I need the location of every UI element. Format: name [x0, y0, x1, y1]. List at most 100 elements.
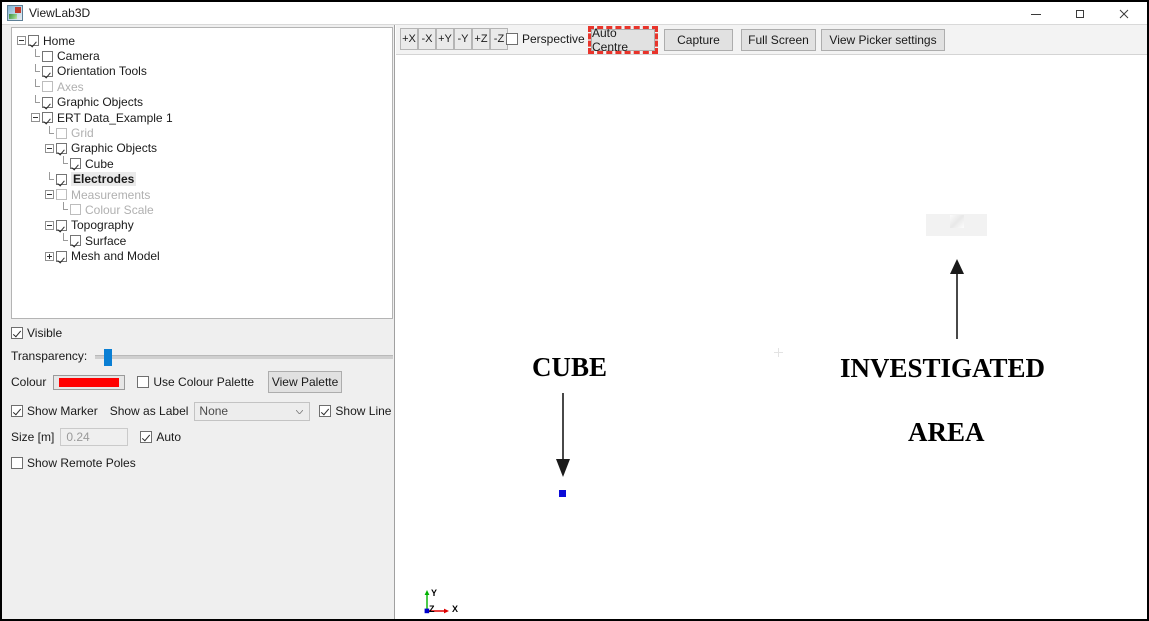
tree-item-checkbox[interactable]: [42, 96, 53, 108]
size-row: Size [m] 0.24 Auto: [11, 426, 393, 448]
tree-item-grid[interactable]: Grid: [17, 125, 392, 140]
tree-item-electrodes[interactable]: Electrodes: [17, 171, 392, 187]
annotation-investigated-arrow: [950, 259, 964, 339]
show-line-checkbox[interactable]: [319, 405, 332, 417]
tree-item-mesh-and-model[interactable]: Mesh and Model: [17, 248, 392, 263]
use-colour-palette-checkbox[interactable]: [137, 376, 150, 388]
show-marker-checkbox[interactable]: [11, 405, 23, 417]
tree-item-checkbox[interactable]: [42, 50, 53, 62]
colour-swatch[interactable]: [53, 374, 126, 390]
visible-row[interactable]: Visible: [11, 325, 393, 341]
tree-item-label: Colour Scale: [85, 202, 154, 217]
expand-icon[interactable]: [45, 251, 54, 261]
show-remote-poles-checkbox[interactable]: [11, 457, 23, 469]
tree-item-surface[interactable]: Surface: [17, 233, 392, 248]
maximize-icon: [1076, 9, 1084, 18]
collapse-icon[interactable]: [45, 143, 54, 153]
tree-item-ert-data-example-1[interactable]: ERT Data_Example 1: [17, 110, 392, 125]
minimize-button[interactable]: [1015, 2, 1057, 25]
tree-item-checkbox[interactable]: [56, 173, 67, 185]
axis-label-x: X: [452, 604, 459, 614]
show-remote-poles-row[interactable]: Show Remote Poles: [11, 454, 393, 472]
show-remote-poles-label: Show Remote Poles: [27, 456, 136, 470]
tree-item-label: Electrodes: [71, 172, 137, 187]
tree-item-checkbox[interactable]: [70, 158, 81, 170]
collapse-icon[interactable]: [45, 190, 54, 200]
show-marker-label: Show Marker: [27, 404, 98, 418]
visible-checkbox[interactable]: [11, 327, 23, 339]
axis-view-button-plusminus-x[interactable]: +X: [400, 28, 418, 50]
colour-label: Colour: [11, 375, 47, 389]
tree-item-topography[interactable]: Topography: [17, 218, 392, 233]
perspective-toggle[interactable]: Perspective: [506, 32, 585, 46]
collapse-icon[interactable]: [17, 36, 26, 46]
tree-item-camera[interactable]: Camera: [17, 48, 392, 63]
axis-label-z: Z: [429, 604, 435, 614]
tree-item-label: ERT Data_Example 1: [57, 110, 173, 125]
app-logo-icon: [7, 5, 23, 21]
annotation-investigated-line2: AREA: [908, 417, 985, 447]
axis-label-y: Y: [431, 588, 438, 598]
tree-item-checkbox[interactable]: [42, 65, 53, 77]
tree-item-checkbox[interactable]: [42, 112, 53, 124]
tree-item-label: Home: [43, 33, 76, 48]
collapse-icon[interactable]: [45, 220, 54, 230]
tree-item-home[interactable]: Home: [17, 33, 392, 48]
annotation-cube-arrow: [556, 393, 570, 477]
tree-connector: [45, 171, 54, 187]
tree-connector: [59, 156, 68, 171]
tree-item-checkbox[interactable]: [56, 142, 67, 154]
tree-item-checkbox[interactable]: [70, 235, 81, 247]
axis-view-button-minus-x[interactable]: -X: [418, 28, 436, 50]
view-palette-button[interactable]: View Palette: [268, 371, 343, 393]
show-as-label-dropdown[interactable]: None: [194, 401, 311, 421]
axis-view-button-plusminus-z[interactable]: +Z: [472, 28, 490, 50]
tree-item-graphic-objects[interactable]: Graphic Objects: [17, 141, 392, 156]
close-button[interactable]: [1103, 2, 1145, 25]
use-colour-palette-label: Use Colour Palette: [153, 375, 255, 389]
tree-item-checkbox[interactable]: [56, 250, 67, 262]
close-icon: [1119, 9, 1129, 18]
tree-item-label: Orientation Tools: [57, 64, 147, 79]
full-screen-button[interactable]: Full Screen: [741, 29, 816, 51]
tree-item-checkbox[interactable]: [56, 127, 67, 139]
tree-item-colour-scale[interactable]: Colour Scale: [17, 202, 392, 217]
transparency-slider-thumb[interactable]: [104, 349, 113, 366]
tree-item-checkbox[interactable]: [42, 81, 53, 93]
tree-item-label: Cube: [85, 156, 114, 171]
size-input[interactable]: 0.24: [60, 428, 129, 446]
maximize-button[interactable]: [1059, 2, 1101, 25]
tree-connector: [31, 48, 40, 64]
tree-item-label: Graphic Objects: [57, 95, 144, 110]
3d-canvas[interactable]: CUBE INVESTIGATED AREA Y Z X: [396, 56, 1147, 619]
view-toolbar: +X -X +Y -Y +Z -Z Perspective Auto Centre Cap…: [396, 25, 1147, 55]
tree-connector: [31, 63, 40, 79]
transparency-row[interactable]: Transparency:: [11, 345, 393, 367]
tree-item-label: Measurements: [71, 187, 151, 202]
tree-item-axes[interactable]: Axes: [17, 79, 392, 94]
axis-view-button-plusminus-y[interactable]: +Y: [436, 28, 454, 50]
tree-item-measurements[interactable]: Measurements: [17, 187, 392, 202]
axis-triad-icon: [424, 590, 449, 614]
auto-checkbox[interactable]: [140, 431, 153, 443]
tree-item-graphic-objects[interactable]: Graphic Objects: [17, 94, 392, 110]
tree-item-checkbox[interactable]: [56, 189, 67, 201]
transparency-slider[interactable]: [95, 349, 393, 366]
tree-item-cube[interactable]: Cube: [17, 156, 392, 171]
auto-label: Auto: [156, 430, 182, 444]
perspective-checkbox[interactable]: [506, 33, 518, 45]
view-picker-settings-button[interactable]: View Picker settings: [821, 29, 945, 51]
tree-connector: [31, 94, 40, 110]
tree-item-checkbox[interactable]: [70, 204, 81, 216]
tree-item-orientation-tools[interactable]: Orientation Tools: [17, 63, 392, 79]
electrode-marker[interactable]: [559, 490, 566, 497]
scene-tree[interactable]: Home Camera Orientation Tools Axes Graphic O…: [11, 27, 393, 319]
capture-button[interactable]: Capture: [664, 29, 733, 51]
collapse-icon[interactable]: [31, 113, 40, 123]
axis-view-button-minus-y[interactable]: -Y: [454, 28, 472, 50]
tree-connector: [31, 79, 40, 94]
size-label: Size [m]: [11, 430, 55, 444]
annotation-cube-label: CUBE: [532, 352, 608, 382]
tree-item-checkbox[interactable]: [56, 219, 67, 231]
tree-item-checkbox[interactable]: [28, 35, 39, 47]
